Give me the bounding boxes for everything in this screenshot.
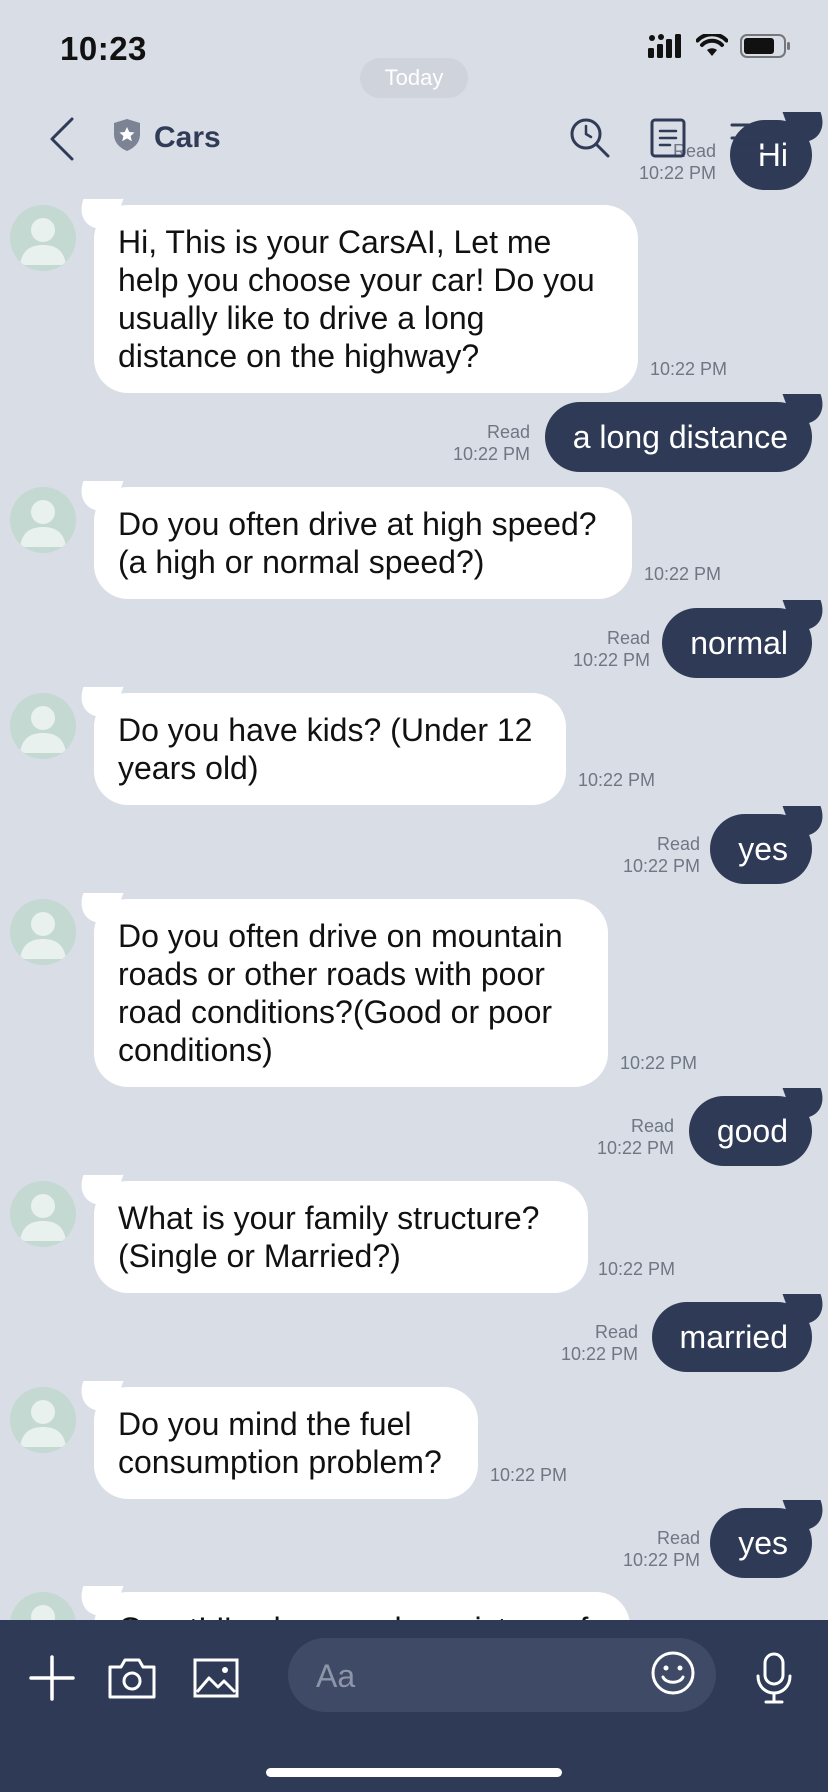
hamburger-menu-icon [730,122,770,159]
search-button[interactable] [560,108,620,172]
message-text: Do you often drive at high speed?(a high… [118,506,597,580]
message-input[interactable] [314,1638,618,1714]
avatar[interactable] [10,1387,76,1453]
outgoing-message[interactable]: good [688,1096,812,1166]
outgoing-message[interactable]: yes [710,1508,812,1578]
message-text: normal [690,625,788,661]
message-text: Hi, This is your CarsAI, Let me help you… [118,224,595,374]
message-time: 10:22 PM [578,770,656,790]
message-time: 10:22 PM [572,650,650,670]
cellular-signal-icon [648,34,684,63]
message-text: Do you mind the fuel consumption problem… [118,1406,442,1480]
read-receipt: Read [486,422,530,442]
message-time: 10:22 PM [622,856,700,876]
read-receipt: Read [630,1116,674,1136]
home-indicator [266,1768,562,1777]
status-icons [648,32,792,63]
plus-icon [29,1654,75,1706]
message-time: 10:22 PM [620,1053,698,1073]
composer-bar [0,1620,828,1792]
avatar[interactable] [10,205,76,271]
incoming-message[interactable]: Hi, This is your CarsAI, Let me help you… [94,205,638,393]
incoming-message[interactable]: Do you often drive on mountain roads or … [94,899,608,1087]
add-button[interactable] [20,1648,84,1712]
notes-button[interactable] [638,108,698,172]
message-meta: Read 10:22 PM [623,1527,700,1571]
image-icon [193,1658,239,1703]
message-meta: Read 10:22 PM [573,627,650,671]
camera-button[interactable] [100,1648,164,1712]
message-meta: Read 10:22 PM [561,1321,638,1365]
message-meta: Read 10:22 PM [453,421,530,465]
outgoing-message[interactable]: a long distance [544,402,812,472]
incoming-message[interactable]: Do you mind the fuel consumption problem… [94,1387,478,1499]
message-meta: Read 10:22 PM [597,1115,674,1159]
read-receipt: Read [594,1322,638,1342]
microphone-icon [754,1652,794,1709]
chevron-left-icon [48,117,76,166]
back-button[interactable] [40,110,84,172]
read-receipt: Read [606,628,650,648]
outgoing-message[interactable]: yes [710,814,812,884]
gallery-button[interactable] [184,1648,248,1712]
message-time: 10:22 PM [560,1344,638,1364]
message-input-container[interactable] [288,1638,716,1714]
message-list: Today Read 10:22 PM Hi Hi, This is your … [0,0,828,1666]
message-text: married [679,1319,788,1355]
message-text: a long distance [572,419,788,455]
search-icon [569,117,611,164]
camera-icon [108,1657,156,1704]
outgoing-message[interactable]: married [651,1302,812,1372]
notes-icon [650,118,686,163]
message-time: 10:22 PM [622,1550,700,1570]
message-time: 10:22 PM [598,1259,676,1279]
chat-header: Cars [0,100,828,186]
read-receipt: Read [656,1528,700,1548]
chat-title: Cars [154,120,221,154]
chat-title-group[interactable]: Cars [112,118,221,157]
message-time: 10:22 PM [650,359,728,379]
message-time: 10:22 PM [596,1138,674,1158]
shield-star-icon [112,118,142,157]
read-receipt: Read [656,834,700,854]
message-text: yes [738,831,788,867]
message-text: What is your family structure?(Single or… [118,1200,540,1274]
message-time: 10:22 PM [490,1465,568,1485]
outgoing-message[interactable]: normal [662,608,812,678]
incoming-message[interactable]: What is your family structure?(Single or… [94,1181,588,1293]
avatar[interactable] [10,487,76,553]
avatar[interactable] [10,899,76,965]
message-text: yes [738,1525,788,1561]
message-meta: Read 10:22 PM [623,833,700,877]
wifi-icon [695,32,729,63]
avatar[interactable] [10,693,76,759]
message-time: 10:22 PM [452,444,530,464]
message-text: Do you have kids? (Under 12 years old) [118,712,533,786]
status-bar: 10:23 [0,0,828,100]
message-time: 10:22 PM [644,564,722,584]
voice-button[interactable] [742,1648,806,1712]
message-text: Do you often drive on mountain roads or … [118,918,563,1068]
message-text: good [716,1113,788,1149]
emoji-button[interactable] [642,1644,704,1706]
menu-button[interactable] [720,108,780,172]
status-time: 10:23 [60,30,147,67]
avatar[interactable] [10,1181,76,1247]
incoming-message[interactable]: Do you often drive at high speed?(a high… [94,487,632,599]
incoming-message[interactable]: Do you have kids? (Under 12 years old) [94,693,566,805]
smiley-icon [650,1650,696,1701]
battery-icon [740,34,792,63]
